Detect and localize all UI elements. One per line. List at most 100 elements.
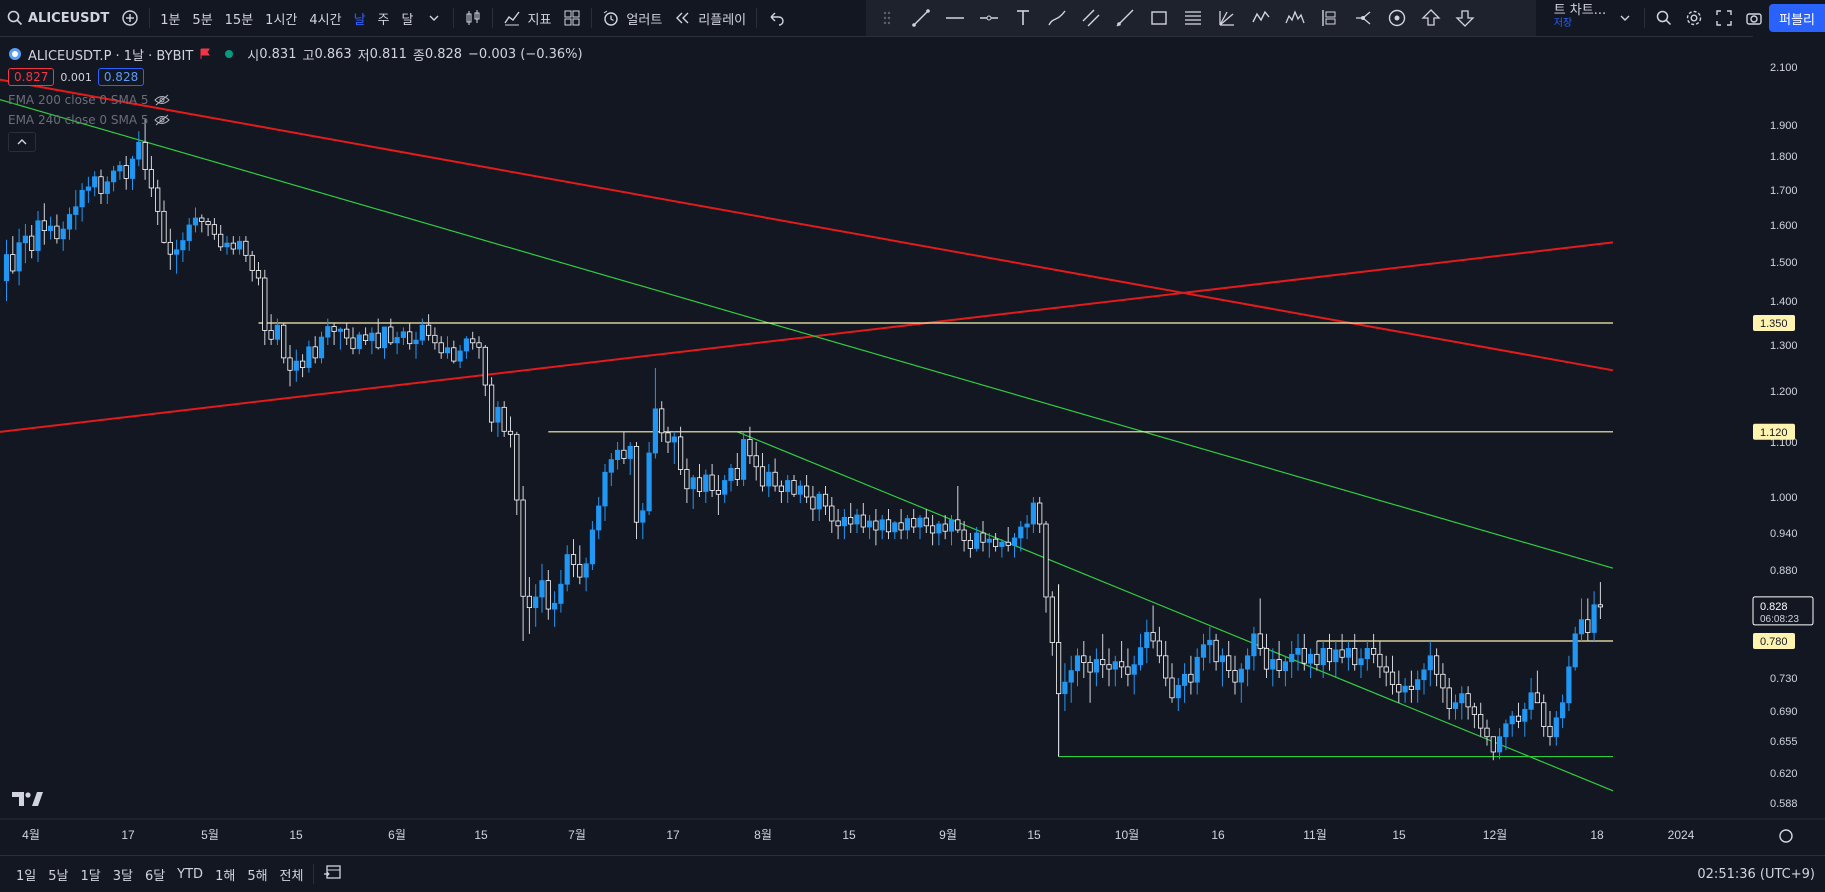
layouts-button[interactable] — [557, 4, 587, 32]
buy-price-button[interactable]: 0.828 — [97, 68, 145, 86]
candle-body — [1522, 708, 1528, 722]
price-chart[interactable]: 2.100 1.900 1.800 1.700 1.600 1.500 1.400 1.300… — [0, 36, 1825, 855]
range-1m[interactable]: 1달 — [74, 865, 106, 884]
axis-settings-gear-icon[interactable] — [1779, 829, 1793, 843]
goto-date-button[interactable] — [318, 864, 348, 884]
timezone-clock[interactable]: 02:51:36 (UTC+9) — [1697, 856, 1815, 892]
range-3m[interactable]: 3달 — [107, 865, 139, 884]
range-all[interactable]: 전체 — [274, 865, 310, 884]
forecast-tool[interactable] — [1348, 4, 1378, 32]
candle-body — [444, 347, 451, 354]
pattern-tool[interactable] — [1246, 4, 1276, 32]
interval-15m[interactable]: 15분 — [219, 4, 260, 32]
fullscreen-button[interactable] — [1709, 4, 1739, 32]
range-5y[interactable]: 5해 — [241, 865, 273, 884]
ray-tool[interactable] — [1110, 4, 1140, 32]
tradingview-logo[interactable] — [12, 790, 44, 808]
ray-icon — [1116, 9, 1134, 27]
interval-1h[interactable]: 1시간 — [259, 4, 303, 32]
candle-body — [60, 228, 66, 240]
gann-fan-tool[interactable] — [1212, 4, 1242, 32]
horizontal-line-tool[interactable] — [940, 4, 970, 32]
candle-body — [696, 477, 703, 492]
candle-body — [860, 514, 866, 528]
time-tick-label: 4월 — [22, 828, 40, 842]
candle-body — [243, 240, 249, 256]
candle-body — [1478, 714, 1484, 729]
long-position-icon — [1322, 10, 1336, 26]
arrow-up-tool[interactable] — [1416, 4, 1446, 32]
arrow-down-tool[interactable] — [1450, 4, 1480, 32]
collapse-legend-button[interactable] — [8, 132, 36, 152]
chart-name-dropdown[interactable] — [1610, 4, 1640, 32]
interval-1mo[interactable]: 달 — [396, 4, 420, 32]
range-1y[interactable]: 1해 — [209, 865, 241, 884]
settings-button[interactable] — [1679, 4, 1709, 32]
candle-body — [1352, 648, 1358, 666]
interval-4h[interactable]: 4시간 — [303, 4, 347, 32]
indicator-legend-ema200[interactable]: EMA 200 close 0 SMA 5 — [8, 90, 583, 110]
interval-dropdown[interactable] — [419, 4, 449, 32]
sell-price-button[interactable]: 0.827 — [8, 68, 55, 86]
elliott-wave-icon — [1285, 10, 1305, 24]
candle-body — [608, 459, 614, 473]
indicator-legend-ema240[interactable]: EMA 240 close 0 SMA 5 — [8, 110, 583, 130]
market-status-dot — [225, 50, 234, 58]
legend-title[interactable]: ALICEUSDT.P · 1날 · BYBIT — [28, 45, 193, 64]
candle-body — [1528, 692, 1534, 710]
eye-hidden-icon[interactable] — [154, 114, 171, 126]
alert-button[interactable]: 얼러트 — [596, 4, 668, 32]
replay-button[interactable]: 리플레이 — [668, 4, 752, 32]
text-tool[interactable] — [1008, 4, 1038, 32]
interval-1d[interactable]: 날 — [348, 4, 372, 32]
symbol-search-button[interactable]: ALICEUSDT — [0, 4, 115, 32]
compare-button[interactable] — [115, 4, 145, 32]
candle-body — [1043, 523, 1049, 598]
candle-body — [1289, 653, 1295, 663]
ohlc-high-label: 고 — [302, 48, 315, 64]
fib-retracement-tool[interactable] — [1178, 4, 1208, 32]
candle-body — [230, 242, 236, 250]
long-position-tool[interactable] — [1314, 4, 1344, 32]
eye-hidden-icon[interactable] — [154, 94, 171, 106]
trend-line-tool[interactable] — [906, 4, 936, 32]
snapshot-button[interactable] — [1739, 4, 1769, 32]
chart-name-button[interactable]: 트 차트... 저장 — [1550, 4, 1610, 32]
price-tick-label: 0.655 — [1770, 736, 1798, 748]
candle-body — [829, 505, 835, 522]
icons-tool[interactable] — [1382, 4, 1412, 32]
candle-body — [79, 189, 85, 208]
publish-button[interactable]: 퍼블리 — [1769, 4, 1825, 32]
candle-body — [507, 430, 514, 435]
range-5d[interactable]: 5날 — [42, 865, 74, 884]
toolbar-separator — [149, 8, 151, 28]
interval-1w[interactable]: 주 — [372, 4, 396, 32]
rectangle-tool[interactable] — [1144, 4, 1174, 32]
interval-5m[interactable]: 5분 — [186, 4, 218, 32]
pattern-icon — [1252, 10, 1270, 23]
chart-type-button[interactable] — [458, 4, 488, 32]
candle-body — [885, 519, 892, 533]
parallel-channel-tool[interactable] — [1076, 4, 1106, 32]
price-tick-label: 0.588 — [1770, 798, 1798, 810]
candle-body — [621, 449, 627, 459]
range-1d[interactable]: 1일 — [10, 865, 42, 884]
range-ytd[interactable]: YTD — [171, 867, 209, 882]
quick-search-button[interactable] — [1649, 4, 1679, 32]
horizontal-ray-tool[interactable] — [974, 4, 1004, 32]
undo-button[interactable] — [761, 4, 791, 32]
time-axis[interactable]: 4월 17 5월 15 6월 15 7월 17 8월 15 9월 15 10월 16 11월 15 12월 18 2… — [0, 818, 1825, 843]
candle-body — [1005, 541, 1011, 546]
brush-icon — [1048, 10, 1066, 26]
flag-icon[interactable] — [199, 48, 211, 60]
candle-body — [73, 206, 79, 215]
drag-handle-icon[interactable] — [872, 4, 902, 32]
interval-1m[interactable]: 1분 — [154, 4, 186, 32]
elliott-wave-tool[interactable] — [1280, 4, 1310, 32]
brush-tool[interactable] — [1042, 4, 1072, 32]
candle-body — [892, 522, 898, 533]
indicators-button[interactable]: 지표 — [497, 4, 557, 32]
range-6m[interactable]: 6달 — [139, 865, 171, 884]
candle-body — [520, 499, 526, 597]
calendar-goto-icon — [324, 865, 342, 879]
